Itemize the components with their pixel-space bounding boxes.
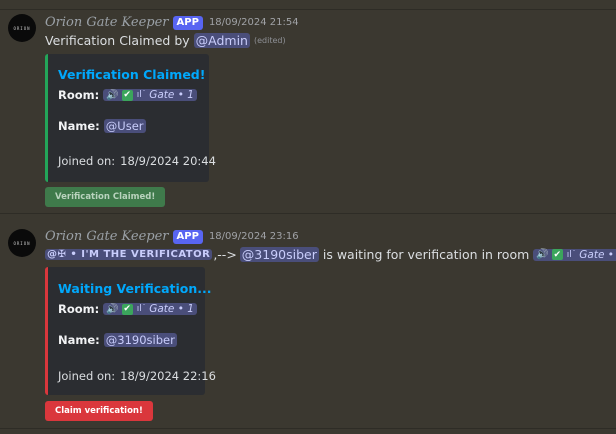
verification-claimed-button[interactable]: Verification Claimed! xyxy=(45,187,166,207)
check-icon: ✔ xyxy=(551,249,563,260)
speaker-icon: 🔊 xyxy=(536,249,549,260)
room-label: Room: xyxy=(58,88,100,102)
embed-card: Verification Claimed! Room: 🔊 ✔ ıl˙ Gate… xyxy=(45,54,216,182)
app-tag: APP xyxy=(172,229,203,244)
check-icon: ✔ xyxy=(121,89,133,101)
bot-username[interactable]: Orion Gate Keeper xyxy=(45,15,169,30)
joined-value: 18/9/2024 20:44 xyxy=(120,154,216,168)
message-content: Verification Claimed by @Admin (edited) xyxy=(45,33,286,48)
app-tag: APP xyxy=(172,15,203,30)
top-divider xyxy=(0,9,616,10)
bot-username[interactable]: Orion Gate Keeper xyxy=(45,229,169,244)
name-label: Name: xyxy=(58,333,100,347)
channel-mention[interactable]: 🔊 ✔ ıl˙ Gate • 1 xyxy=(533,248,616,261)
channel-mention[interactable]: 🔊 ✔ ıl˙ Gate • 1 xyxy=(103,89,197,101)
speaker-icon: 🔊 xyxy=(106,89,119,101)
bot-avatar[interactable]: ORION xyxy=(8,229,36,257)
waiting-text: is waiting for verification in room xyxy=(322,247,530,262)
message-timestamp[interactable]: 18/09/2024 21:54 xyxy=(209,17,299,28)
user-mention[interactable]: @User xyxy=(103,119,146,133)
user-mention[interactable]: @Admin xyxy=(193,33,250,48)
signal-bars-icon: ıl˙ xyxy=(566,249,577,260)
message-header: Orion Gate Keeper APP 18/09/2024 21:54 xyxy=(45,15,299,30)
check-icon: ✔ xyxy=(121,303,133,315)
signal-bars-icon: ıl˙ xyxy=(136,90,147,100)
embed-title: Waiting Verification... xyxy=(58,281,212,296)
joined-field: Joined on: 18/9/2024 22:16 xyxy=(58,369,216,383)
arrow-text: ,--> xyxy=(213,247,237,262)
bottom-divider xyxy=(0,428,616,429)
role-mention[interactable]: @✠ • I'M THE VERIFICATOR xyxy=(45,249,213,260)
avatar-logo-text: ORION xyxy=(13,240,31,246)
bot-avatar[interactable]: ORION xyxy=(8,14,36,42)
message-header: Orion Gate Keeper APP 18/09/2024 23:16 xyxy=(45,229,299,244)
name-field: Name: @User xyxy=(58,119,146,133)
embed-title: Verification Claimed! xyxy=(58,67,206,82)
signal-bars-icon: ıl˙ xyxy=(136,304,147,314)
embed-card: Waiting Verification... Room: 🔊 ✔ ıl˙ Ga… xyxy=(45,267,216,395)
name-label: Name: xyxy=(58,119,100,133)
name-field: Name: @3190siber xyxy=(58,333,177,347)
channel-name: Gate • 1 xyxy=(579,248,616,261)
message-divider xyxy=(0,213,616,214)
speaker-icon: 🔊 xyxy=(106,303,119,315)
channel-name: Gate • 1 xyxy=(149,303,194,315)
user-mention[interactable]: @3190siber xyxy=(103,333,177,347)
avatar-logo-text: ORION xyxy=(13,25,31,31)
joined-value: 18/9/2024 22:16 xyxy=(120,369,216,383)
room-field: Room: 🔊 ✔ ıl˙ Gate • 1 xyxy=(58,88,197,102)
claim-verification-button[interactable]: Claim verification! xyxy=(45,401,153,421)
joined-label: Joined on: xyxy=(58,369,116,383)
message-content: @✠ • I'M THE VERIFICATOR ,--> @3190siber… xyxy=(45,247,616,262)
room-field: Room: 🔊 ✔ ıl˙ Gate • 1 xyxy=(58,302,197,316)
room-label: Room: xyxy=(58,302,100,316)
message-text: Verification Claimed by xyxy=(45,33,194,48)
channel-name: Gate • 1 xyxy=(149,89,194,101)
joined-field: Joined on: 18/9/2024 20:44 xyxy=(58,154,216,168)
channel-mention[interactable]: 🔊 ✔ ıl˙ Gate • 1 xyxy=(103,303,197,315)
joined-label: Joined on: xyxy=(58,154,116,168)
edited-label: (edited) xyxy=(253,36,286,45)
user-mention[interactable]: @3190siber xyxy=(239,247,319,262)
message-timestamp[interactable]: 18/09/2024 23:16 xyxy=(209,231,299,242)
